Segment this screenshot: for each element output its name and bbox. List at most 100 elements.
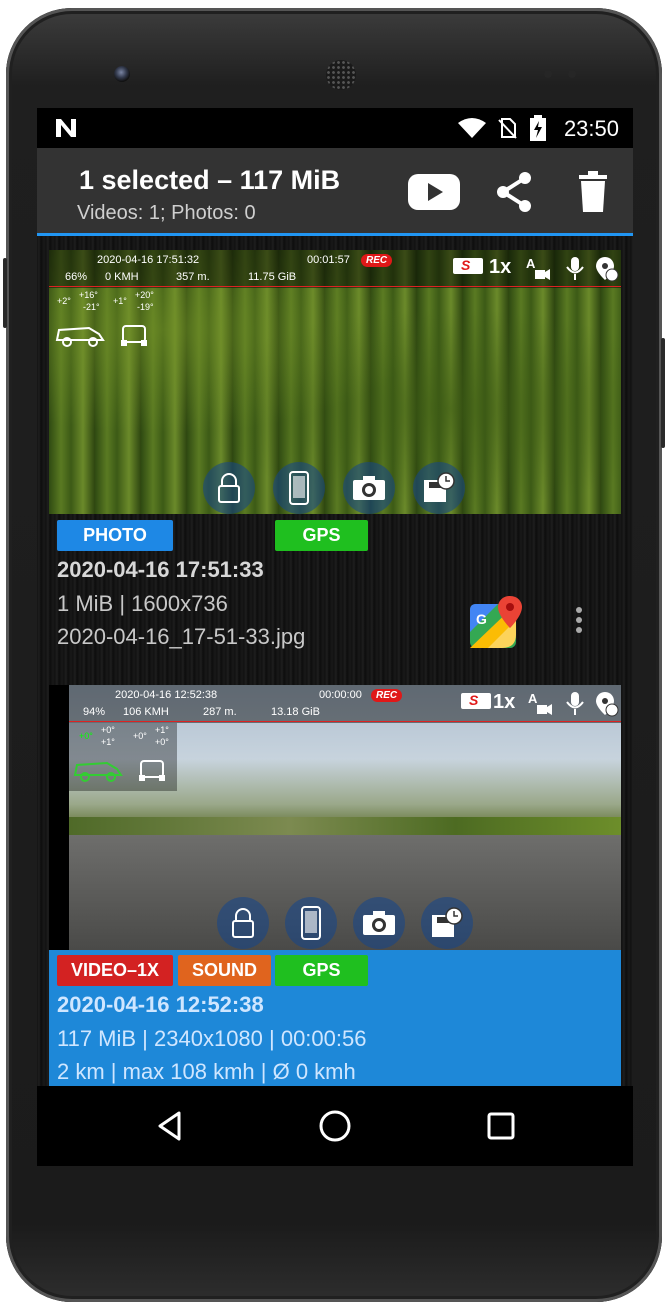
hud-tilt: +0°: [155, 737, 169, 747]
auto-video-icon: A: [526, 256, 550, 280]
hud-storage: 11.75 GiB: [248, 271, 297, 283]
video-tag: VIDEO–1X: [57, 955, 173, 986]
hud-tilt: +1°: [113, 296, 127, 306]
item-datetime: 2020-04-16 12:52:38: [57, 992, 264, 1017]
maps-icon: G: [470, 596, 522, 648]
media-list[interactable]: 2020-04-16 17:51:32 00:01:57 REC 66% 0 K…: [37, 236, 633, 1086]
phone-icon: [301, 906, 321, 940]
location-check-icon: [596, 257, 619, 282]
status-bar: 23:50: [37, 108, 633, 148]
phone-icon: [289, 471, 309, 505]
lock-icon: [232, 908, 254, 938]
camera-button[interactable]: [353, 897, 405, 949]
navigation-bar: [37, 1086, 633, 1166]
video-thumbnail[interactable]: 2020-04-16 12:52:38 00:00:00 REC 94% 106…: [69, 685, 621, 950]
open-in-maps-button[interactable]: G: [468, 594, 524, 650]
home-icon: [319, 1110, 351, 1142]
share-icon: [497, 172, 531, 212]
wifi-icon: [458, 118, 486, 138]
hud-distance: 287 m.: [203, 706, 237, 718]
item-details: 117 MiB | 2340x1080 | 00:00:56: [57, 1026, 367, 1051]
save-clock-icon: [424, 472, 455, 502]
hud-tilt: +0°: [79, 731, 93, 741]
back-button[interactable]: [150, 1106, 190, 1146]
rec-badge: REC: [371, 689, 403, 702]
car-front-icon: [139, 760, 165, 781]
proximity-sensor: [544, 70, 552, 78]
photo-thumbnail[interactable]: 2020-04-16 17:51:32 00:01:57 REC 66% 0 K…: [49, 250, 621, 514]
gps-tag: GPS: [275, 520, 368, 551]
hud-datetime: 2020-04-16 12:52:38: [115, 689, 218, 701]
hud-elapsed: 00:00:00: [319, 689, 362, 701]
hud-tilt: -21°: [83, 302, 100, 312]
photo-tag: PHOTO: [57, 520, 173, 551]
screen: 23:50 1 selected – 117 MiB Videos: 1; Ph…: [37, 108, 633, 1166]
power-button: [661, 338, 665, 448]
hud-storage: 13.18 GiB: [271, 706, 320, 718]
svg-text:A: A: [528, 691, 538, 706]
road-surface: [69, 835, 621, 950]
recents-icon: [487, 1112, 515, 1140]
lock-button[interactable]: [203, 462, 255, 514]
item-trip: 2 km | max 108 kmh | Ø 0 kmh: [57, 1059, 356, 1084]
hud-tilt: +0°: [133, 731, 147, 741]
location-check-icon: [596, 692, 619, 717]
car-side-icon: [73, 761, 123, 782]
delete-button[interactable]: [573, 170, 613, 214]
hud-elapsed: 00:01:57: [307, 254, 350, 266]
s-logo-icon: S: [461, 692, 491, 709]
camera-icon: [363, 911, 395, 935]
hud-tilt: +20°: [135, 290, 154, 300]
volume-button: [3, 258, 7, 328]
car-side-icon: [55, 326, 105, 347]
selection-subtitle: Videos: 1; Photos: 0: [77, 202, 256, 224]
gps-tag: GPS: [275, 955, 368, 986]
save-button[interactable]: [421, 897, 473, 949]
hud-tilt: +2°: [57, 296, 71, 306]
hud-battery: 94%: [83, 706, 106, 718]
lock-button[interactable]: [217, 897, 269, 949]
hud-divider: [49, 286, 621, 287]
sound-tag: SOUND: [178, 955, 271, 986]
auto-video-icon: A: [528, 691, 552, 715]
hud-datetime: 2020-04-16 17:51:32: [97, 254, 200, 266]
youtube-icon: [408, 174, 460, 210]
car-front-icon: [121, 325, 147, 346]
hud-tilt: +16°: [79, 290, 98, 300]
zoom-level: 1x: [493, 691, 516, 713]
hud-speed: 0 KMH: [105, 271, 139, 283]
microphone-icon: [566, 257, 584, 280]
save-button[interactable]: [413, 462, 465, 514]
camera-icon: [353, 476, 385, 500]
lock-icon: [218, 473, 240, 503]
microphone-icon: [566, 692, 584, 715]
item-filename: 2020-04-16_17-51-33.jpg: [57, 624, 306, 649]
youtube-upload-button[interactable]: [407, 172, 461, 212]
light-sensor: [568, 70, 576, 78]
earpiece-speaker: [326, 60, 356, 90]
hud-tilt: +0°: [101, 725, 115, 735]
hud-battery: 66%: [65, 271, 88, 283]
hud-divider: [69, 721, 621, 722]
hud-tilt: -19°: [137, 302, 154, 312]
phone-button[interactable]: [273, 462, 325, 514]
home-button[interactable]: [315, 1106, 355, 1146]
notification-n-icon: [56, 119, 76, 137]
phone-button[interactable]: [285, 897, 337, 949]
hud-tilt: +1°: [101, 737, 115, 747]
recents-button[interactable]: [481, 1106, 521, 1146]
hud-speed: 106 KMH: [123, 706, 169, 718]
rec-badge: REC: [361, 254, 393, 267]
camera-button[interactable]: [343, 462, 395, 514]
item-overflow-menu-button[interactable]: [569, 604, 589, 636]
s-logo-icon: S: [453, 257, 483, 274]
video-thumbnail-border: [49, 685, 69, 950]
hud-distance: 357 m.: [176, 271, 210, 283]
no-sim-icon: [498, 118, 517, 139]
battery-charging-icon: [530, 115, 546, 141]
item-details: 1 MiB | 1600x736: [57, 591, 228, 616]
hud-tilt: +1°: [155, 725, 169, 735]
save-clock-icon: [432, 907, 463, 937]
zoom-level: 1x: [489, 256, 512, 278]
share-button[interactable]: [492, 170, 536, 214]
